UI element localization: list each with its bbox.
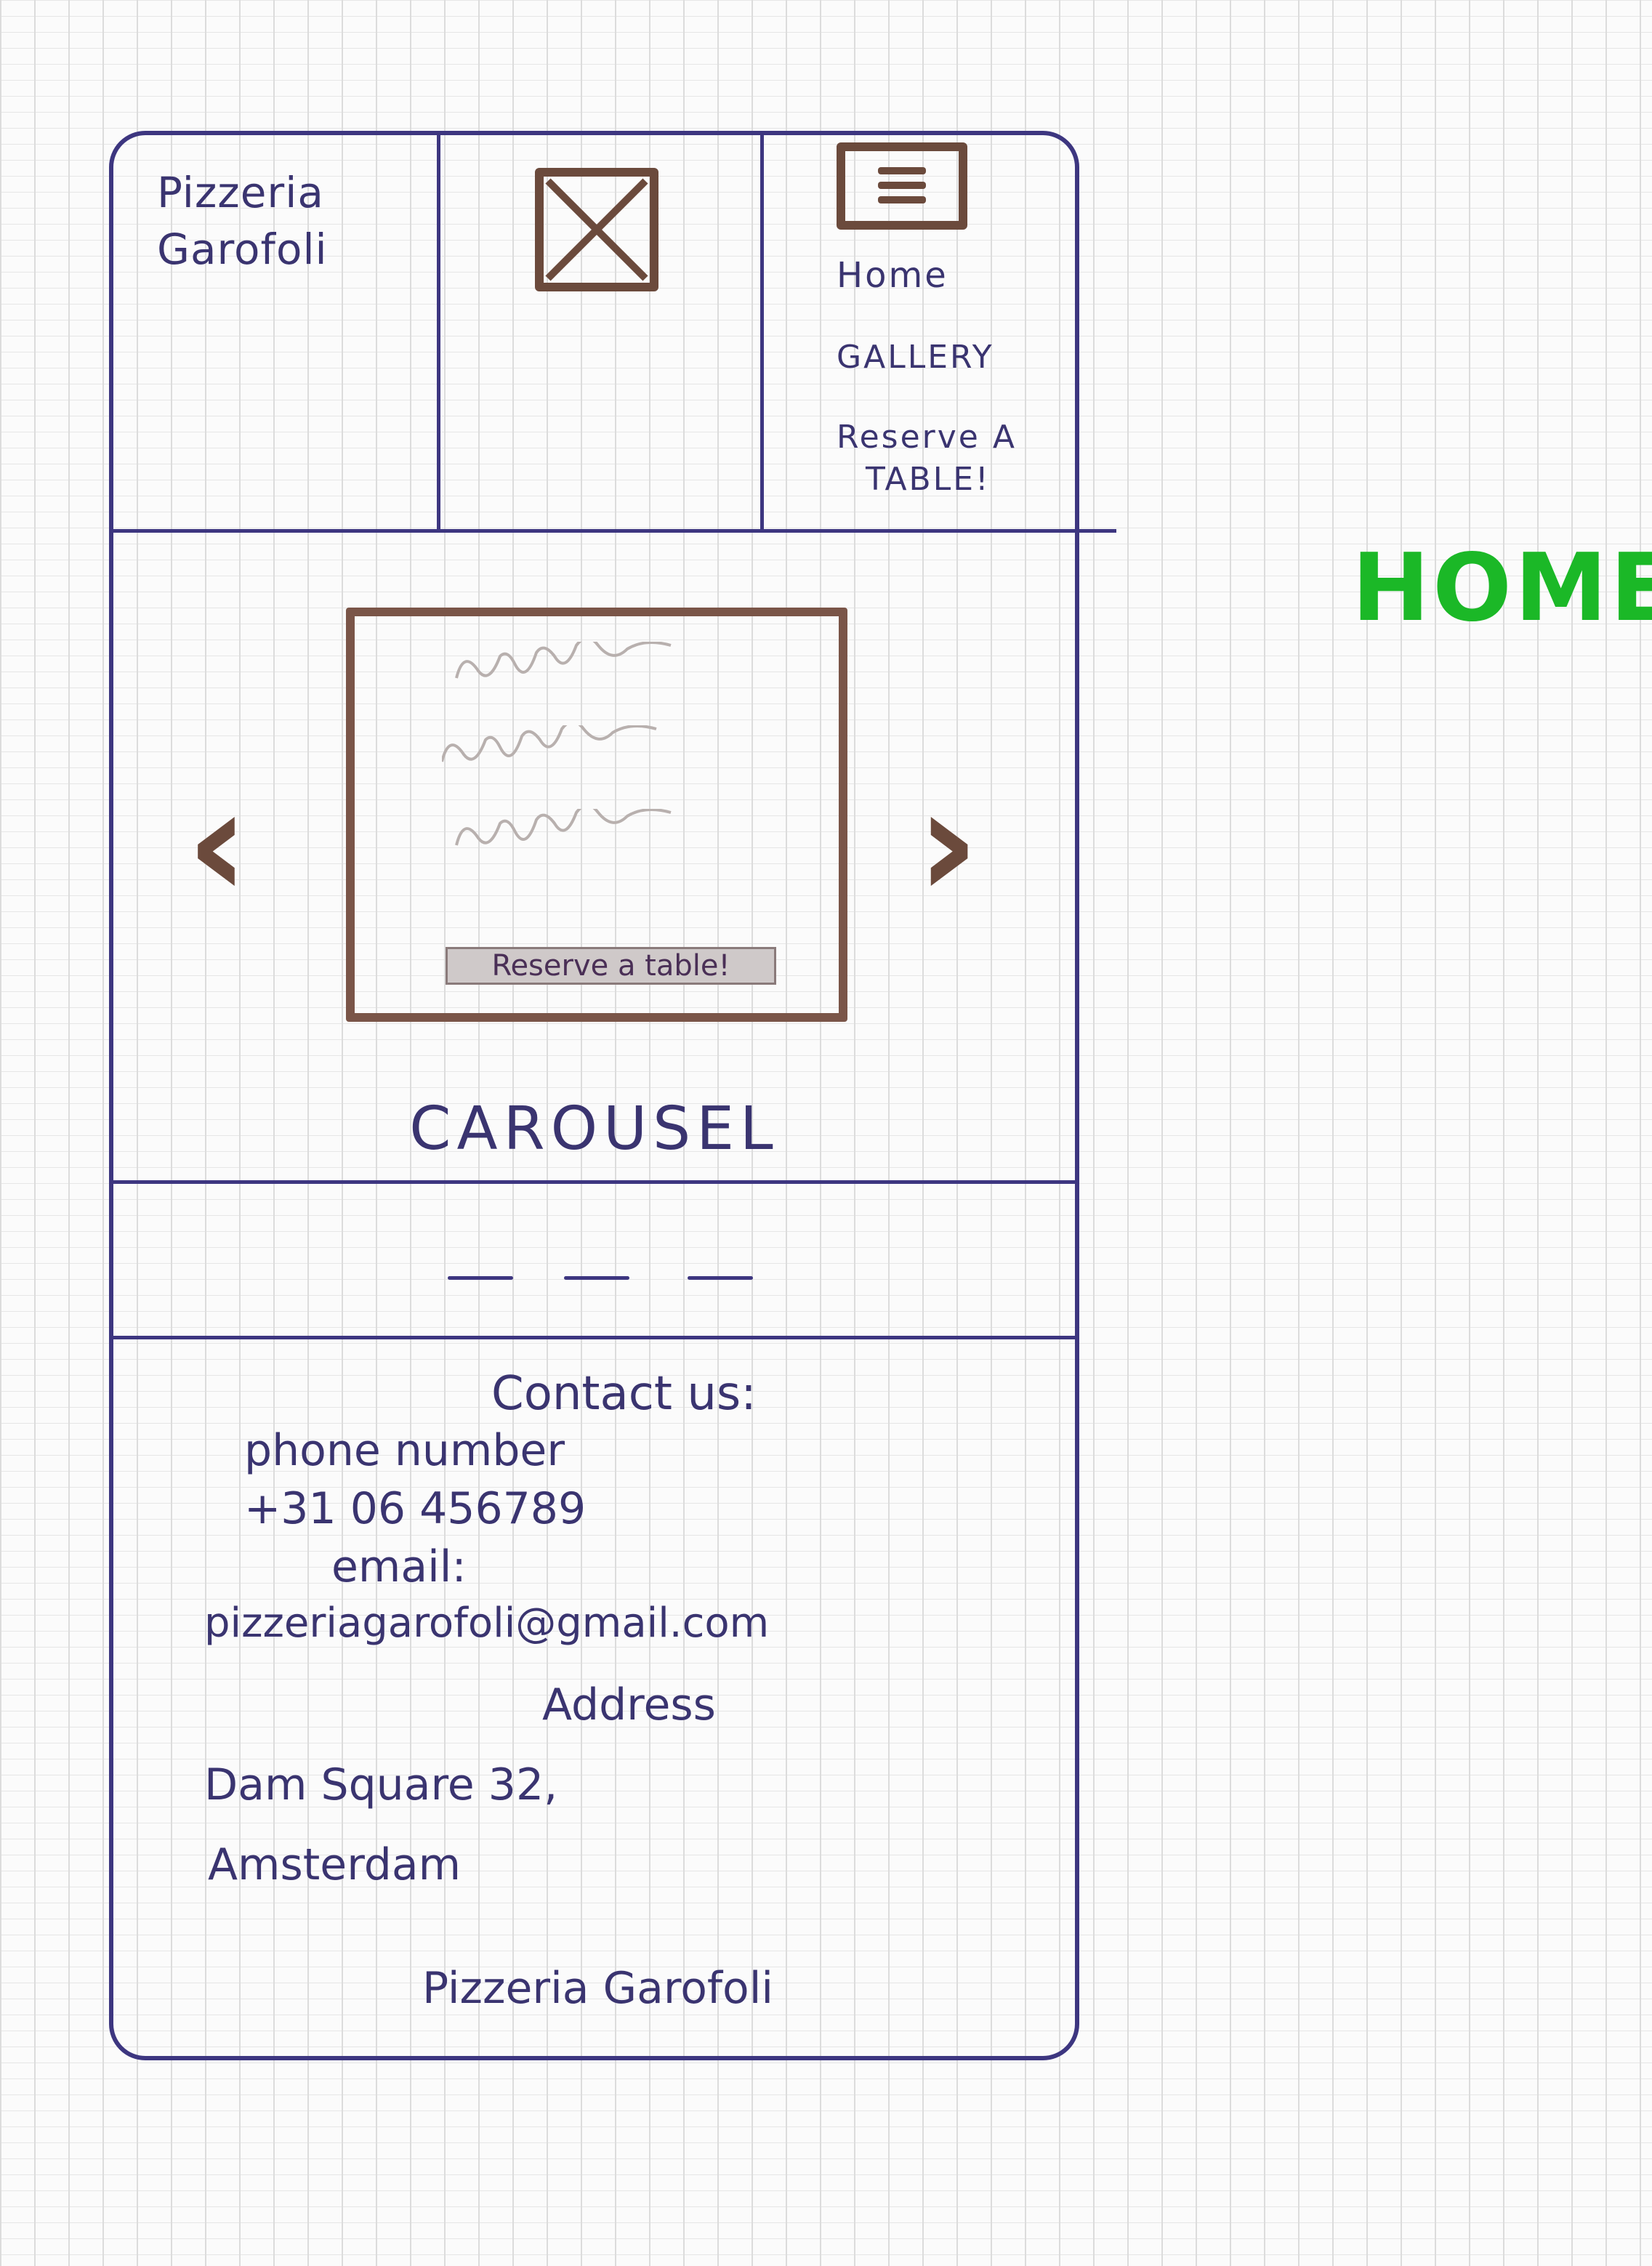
carousel-indicator[interactable] [564,1276,629,1280]
address-line-2: Amsterdam [208,1839,462,1890]
phone-label: phone number [244,1425,565,1476]
hamburger-menu-icon[interactable] [837,142,967,230]
carousel-bottom-line [113,1180,1076,1184]
phone-frame: Pizzeria Garofoli Home GALLERY Reserve A… [109,131,1116,2060]
carousel-slide: Reserve a table! [346,608,847,1022]
email-label: email: [331,1541,467,1592]
slide-text-placeholder [455,642,672,679]
header-bottom-line [113,529,1116,533]
page-label: HOME [1352,534,1652,642]
phone-number[interactable]: +31 06 456789 [244,1483,586,1534]
nav-reserve-line-1[interactable]: Reserve A [837,419,1017,456]
email-address[interactable]: pizzeriagarofoli@gmail.com [204,1600,769,1647]
nav-home[interactable]: Home [837,255,948,296]
brand-name[interactable]: Pizzeria Garofoli [157,164,328,278]
nav-gallery[interactable]: GALLERY [837,339,994,376]
footer-brand: Pizzeria Garofoli [422,1963,774,2014]
carousel-indicator[interactable] [448,1276,513,1280]
header-divider-1 [437,135,440,531]
header-divider-2 [760,135,764,531]
address-label: Address [542,1680,716,1730]
reserve-table-button[interactable]: Reserve a table! [446,947,776,985]
brand-line-2: Garofoli [157,225,328,274]
contact-heading: Contact us: [491,1367,757,1421]
carousel-caption: CAROUSEL [409,1094,779,1164]
chevron-left-icon[interactable]: ‹ [186,767,249,920]
chevron-right-icon[interactable]: › [916,767,980,920]
address-line-1: Dam Square 32, [204,1759,558,1810]
slide-text-placeholder [455,809,672,846]
slide-text-placeholder [442,725,657,762]
brand-line-1: Pizzeria [157,168,324,217]
footer-top-line [113,1336,1076,1339]
carousel-indicator[interactable] [688,1276,753,1280]
nav-reserve-line-2[interactable]: TABLE! [866,461,991,498]
image-placeholder-icon [535,168,658,291]
